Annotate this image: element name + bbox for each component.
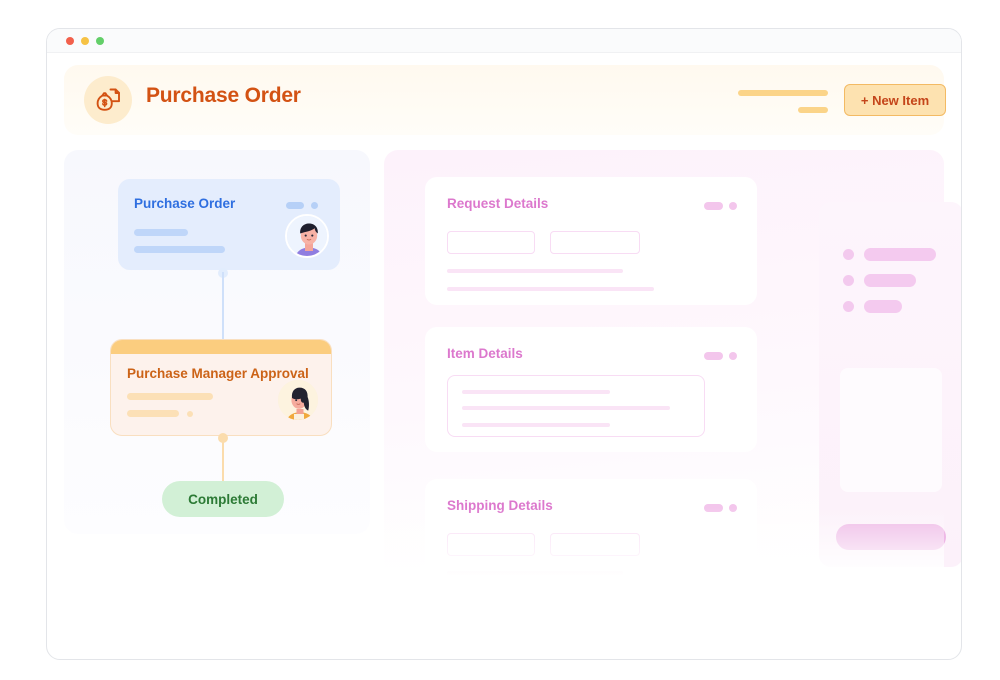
more-options-icon[interactable] bbox=[729, 352, 737, 360]
status-pill-icon bbox=[286, 202, 304, 209]
workflow-step-title: Purchase Order bbox=[134, 196, 236, 211]
close-window-button[interactable] bbox=[66, 37, 74, 45]
new-item-button[interactable]: + New Item bbox=[844, 84, 946, 116]
list-item-bullet bbox=[843, 249, 854, 260]
section-item-details: Item Details bbox=[425, 327, 757, 452]
section-shipping-details: Shipping Details bbox=[425, 479, 757, 607]
form-field[interactable] bbox=[447, 231, 535, 254]
money-bag-document-icon bbox=[84, 76, 132, 124]
status-badge: Completed bbox=[162, 481, 284, 517]
workflow-connector-line bbox=[222, 272, 224, 339]
workflow-panel: Purchase Order Purchase Manager Approval… bbox=[64, 150, 370, 534]
placeholder-line bbox=[462, 406, 670, 410]
item-details-textarea[interactable] bbox=[447, 375, 705, 437]
workflow-connector-line bbox=[222, 437, 224, 481]
status-pill-icon bbox=[704, 504, 723, 512]
section-title: Request Details bbox=[447, 196, 549, 211]
placeholder-line bbox=[462, 423, 610, 427]
placeholder-line bbox=[462, 390, 610, 394]
list-item-bullet bbox=[843, 275, 854, 286]
workflow-step-accent-bar bbox=[111, 340, 331, 354]
placeholder-line bbox=[134, 246, 225, 253]
header-placeholder-line bbox=[738, 90, 828, 96]
summary-action-button[interactable] bbox=[836, 524, 946, 550]
summary-placeholder-block bbox=[840, 368, 942, 492]
form-field[interactable] bbox=[447, 533, 535, 556]
workflow-step-purchase-order[interactable]: Purchase Order bbox=[118, 179, 340, 270]
app-window: Purchase Order + New Item Purchase Order bbox=[46, 28, 962, 660]
header-placeholder-line bbox=[798, 107, 828, 113]
workflow-step-title: Purchase Manager Approval bbox=[127, 366, 309, 381]
section-request-details: Request Details bbox=[425, 177, 757, 305]
list-item-bullet bbox=[843, 301, 854, 312]
page-header: Purchase Order + New Item bbox=[64, 65, 946, 135]
maximize-window-button[interactable] bbox=[96, 37, 104, 45]
status-pill-icon bbox=[704, 352, 723, 360]
placeholder-line bbox=[127, 393, 213, 400]
more-options-icon[interactable] bbox=[729, 202, 737, 210]
placeholder-line bbox=[447, 571, 623, 575]
placeholder-line bbox=[447, 269, 623, 273]
approver-avatar[interactable] bbox=[276, 378, 320, 422]
status-pill-icon bbox=[704, 202, 723, 210]
minimize-window-button[interactable] bbox=[81, 37, 89, 45]
placeholder-line bbox=[134, 229, 188, 236]
requester-avatar[interactable] bbox=[285, 214, 329, 258]
placeholder-dot bbox=[187, 411, 193, 417]
details-region: Request Details Item Details Shipping De… bbox=[384, 150, 961, 607]
page-title: Purchase Order bbox=[146, 84, 301, 107]
window-titlebar bbox=[47, 29, 961, 53]
form-field[interactable] bbox=[550, 533, 640, 556]
summary-panel bbox=[819, 202, 961, 567]
more-options-icon[interactable] bbox=[311, 202, 318, 209]
list-item bbox=[864, 274, 916, 287]
list-item bbox=[864, 248, 936, 261]
form-field[interactable] bbox=[550, 231, 640, 254]
placeholder-line bbox=[127, 410, 179, 417]
placeholder-line bbox=[447, 589, 654, 593]
list-item bbox=[864, 300, 902, 313]
more-options-icon[interactable] bbox=[729, 504, 737, 512]
section-title: Item Details bbox=[447, 346, 523, 361]
section-title: Shipping Details bbox=[447, 498, 553, 513]
placeholder-line bbox=[447, 287, 654, 291]
workflow-step-purchase-manager-approval[interactable]: Purchase Manager Approval bbox=[110, 339, 332, 436]
